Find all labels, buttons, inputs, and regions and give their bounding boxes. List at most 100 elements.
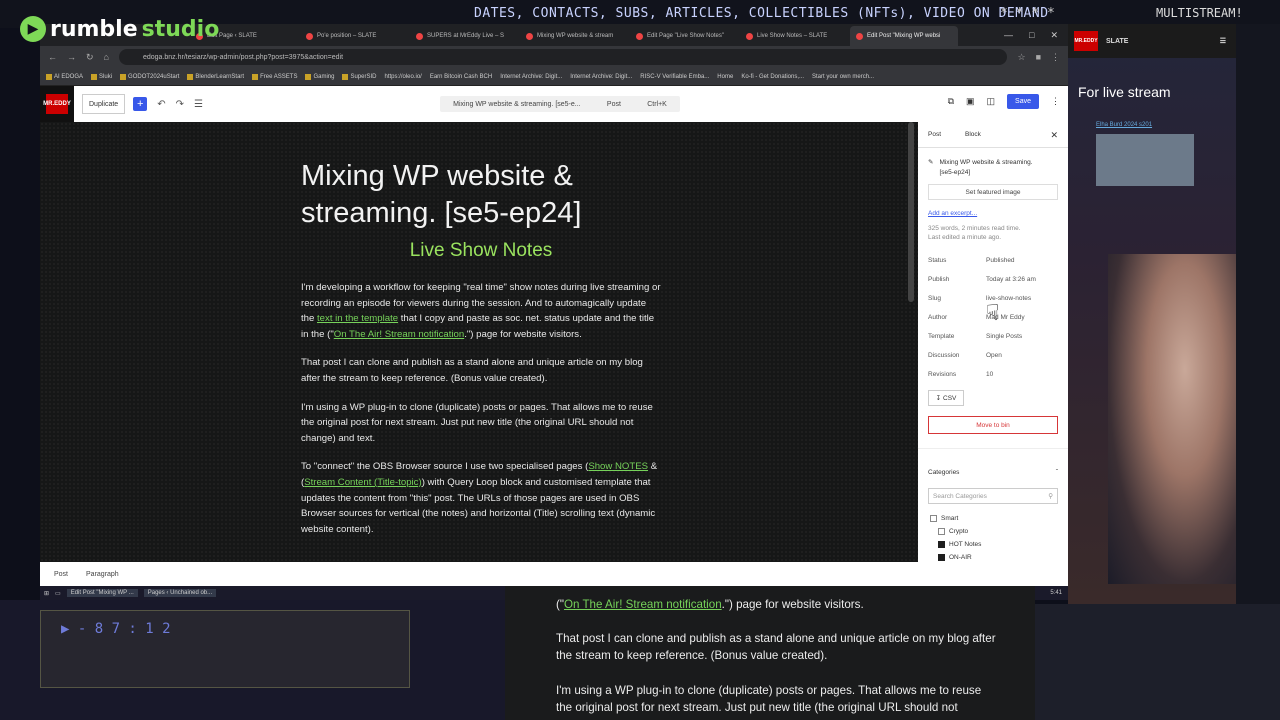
csv-button[interactable]: ↧ CSV [928,390,964,406]
add-excerpt-link[interactable]: Add an excerpt... [918,200,1068,221]
settings-icon[interactable]: ◫ [987,96,996,107]
featured-image-button[interactable]: Set featured image [928,184,1058,200]
doc-type: Post [606,100,621,108]
undo-icon[interactable]: ↶ [157,99,165,110]
row-discussion[interactable]: Discussion Open [918,346,1068,365]
taskbar-item[interactable]: Edit Post "Mixing WP ... [66,589,138,597]
move-to-bin-button[interactable]: Move to bin [928,416,1058,434]
paragraph-3[interactable]: I'm using a WP plug-in to clone (duplica… [301,400,661,447]
duplicate-button[interactable]: Duplicate [82,94,126,114]
menu-icon[interactable]: ⋮ [1051,52,1060,63]
browser-tab[interactable]: Mixing WP website & stream [520,26,628,46]
browser-tab[interactable]: Edit Page "Live Show Notes" [630,26,738,46]
browser-tab[interactable]: Live Show Notes – SLATE [740,26,848,46]
slate-logo: MR.EDDY [1074,31,1098,51]
list-view-icon[interactable]: ☰ [194,99,203,110]
breadcrumb-block[interactable]: Paragraph [86,571,119,578]
categories-panel-header[interactable]: Categories ˆ [918,448,1068,480]
row-publish[interactable]: Publish Today at 3:26 am [918,270,1068,289]
forward-icon[interactable]: → [67,52,76,62]
bookmark-item[interactable]: Internet Archive: Digit... [570,74,632,80]
category-checkbox[interactable]: HOT Notes [918,538,1068,551]
preview-icon[interactable]: ▣ [966,96,975,107]
category-search-input[interactable]: Search Categories ⚲ [928,488,1058,504]
notes-notification-link[interactable]: On The Air! Stream notification [564,598,722,611]
windows-icon[interactable]: ⊞ [44,590,49,597]
stream-notification-link[interactable]: On The Air! Stream notification [334,329,464,340]
bookmark-item[interactable]: Internet Archive: Digit... [500,74,562,80]
show-notes-link[interactable]: Show NOTES [588,461,648,472]
wp-editor: MR.EDDY Duplicate + ↶ ↷ ☰ Mixing WP webs… [40,86,1068,586]
canvas-scrollbar[interactable] [908,122,914,302]
close-icon[interactable]: ✕ [1050,30,1058,41]
row-template[interactable]: Template Single Posts [918,327,1068,346]
editor-canvas[interactable]: Mixing WP website & streaming. [se5-ep24… [40,122,918,562]
category-checkbox[interactable]: Crypto [918,525,1068,538]
minimize-icon[interactable]: — [1004,30,1013,41]
browser-tab[interactable]: Po'e position – SLATE [300,26,408,46]
bookmark-item[interactable]: RISC-V Verifiable Emba... [640,74,709,80]
task-view-icon[interactable]: ▭ [55,590,61,597]
stream-content-link[interactable]: Stream Content (Title-topic) [304,477,421,488]
bookmark-item[interactable]: Start your own merch... [812,74,874,80]
bookmark-item[interactable]: AI EDOGA [46,73,83,80]
hamburger-icon[interactable]: ☰ [1220,37,1226,45]
template-link[interactable]: text in the template [317,313,398,324]
paragraph-2[interactable]: That post I can clone and publish as a s… [301,355,661,386]
redo-icon[interactable]: ↷ [176,99,184,110]
browser-tab[interactable]: SUPERS at MrEddy Live – S [410,26,518,46]
p1-text: .") page for website visitors. [464,328,582,340]
bookmark-item[interactable]: https://oleo.io/ [384,74,421,80]
checkbox[interactable] [938,528,945,535]
checkbox[interactable] [930,515,937,522]
category-checkbox[interactable]: ON-AIR [918,551,1068,564]
paragraph-1[interactable]: I'm developing a workflow for keeping "r… [301,280,661,342]
row-status[interactable]: Status Published [918,251,1068,270]
reload-icon[interactable]: ↻ [86,52,94,63]
add-block-button[interactable]: + [133,97,148,111]
url-field[interactable]: edoga.bnz.hr/tesiarz/wp-admin/post.php?p… [118,49,1008,65]
home-icon[interactable]: ⌂ [104,52,109,62]
browser-tab-active[interactable]: Edit Post "Mixing WP websi [850,26,958,46]
folder-icon [120,73,127,80]
tab-post[interactable]: Post [928,131,941,138]
options-icon[interactable]: ⋮ [1051,96,1060,107]
bookmark-item[interactable]: BlenderLearnStart [187,73,244,80]
back-icon[interactable]: ← [48,52,57,62]
tab-block[interactable]: Block [965,131,981,138]
post-subtitle[interactable]: Live Show Notes [301,240,661,262]
bookmark-item[interactable]: Home [717,74,733,80]
row-value: 10 [986,371,994,378]
bookmark-item[interactable]: Free ASSETS [252,73,297,80]
breadcrumb-post[interactable]: Post [54,571,68,578]
save-button[interactable]: Save [1007,94,1039,109]
bookmark-item[interactable]: Ko-fi - Get Donations,... [741,74,804,80]
bookmark-item[interactable]: SuperSID [342,73,376,80]
maximize-icon[interactable]: □ [1029,30,1034,41]
notes-paragraph-3: I'm using a WP plug-in to clone (duplica… [556,684,982,714]
command-palette[interactable]: Mixing WP website & streaming. [se5-e...… [440,96,680,112]
bookmark-item[interactable]: Gaming [305,73,334,80]
star-icon[interactable]: ☆ [1017,52,1025,63]
post-title[interactable]: Mixing WP website & streaming. [se5-ep24… [301,158,661,232]
bookmark-label: Internet Archive: Digit... [570,73,633,80]
close-sidebar-icon[interactable]: ✕ [1050,130,1058,141]
webcam-panel: MR.EDDY SLATE ☰ For live stream Elha Bur… [1068,24,1236,604]
bookmark-item[interactable]: GODOT2024uStart [120,73,179,80]
view-post-icon[interactable]: ⧉ [948,96,954,107]
bookmark-item[interactable]: Earn Bitcoin Cash BCH [430,74,492,80]
bookmark-item[interactable]: Sluki [91,73,112,80]
tab-label: SUPERS at MrEddy Live – S [427,33,505,39]
site-logo[interactable]: MR.EDDY [40,86,74,122]
paragraph-4[interactable]: To "connect" the OBS Browser source I us… [301,459,661,537]
brand-sub: studio [141,16,220,42]
checkbox-checked[interactable] [938,554,945,561]
taskbar-item[interactable]: Pages ‹ Unchained ob... [143,589,217,597]
editor-actions: ⧉ ▣ ◫ Save ⋮ [948,94,1060,109]
row-revisions[interactable]: Revisions 10 [918,365,1068,384]
extensions-icon[interactable]: ■ [1036,52,1041,62]
video-thumbnail [1096,134,1194,186]
checkbox-checked[interactable] [938,541,945,548]
category-checkbox[interactable]: Smart [918,512,1068,525]
stream-link[interactable]: Elha Burd 2024 s201 [1096,122,1152,128]
